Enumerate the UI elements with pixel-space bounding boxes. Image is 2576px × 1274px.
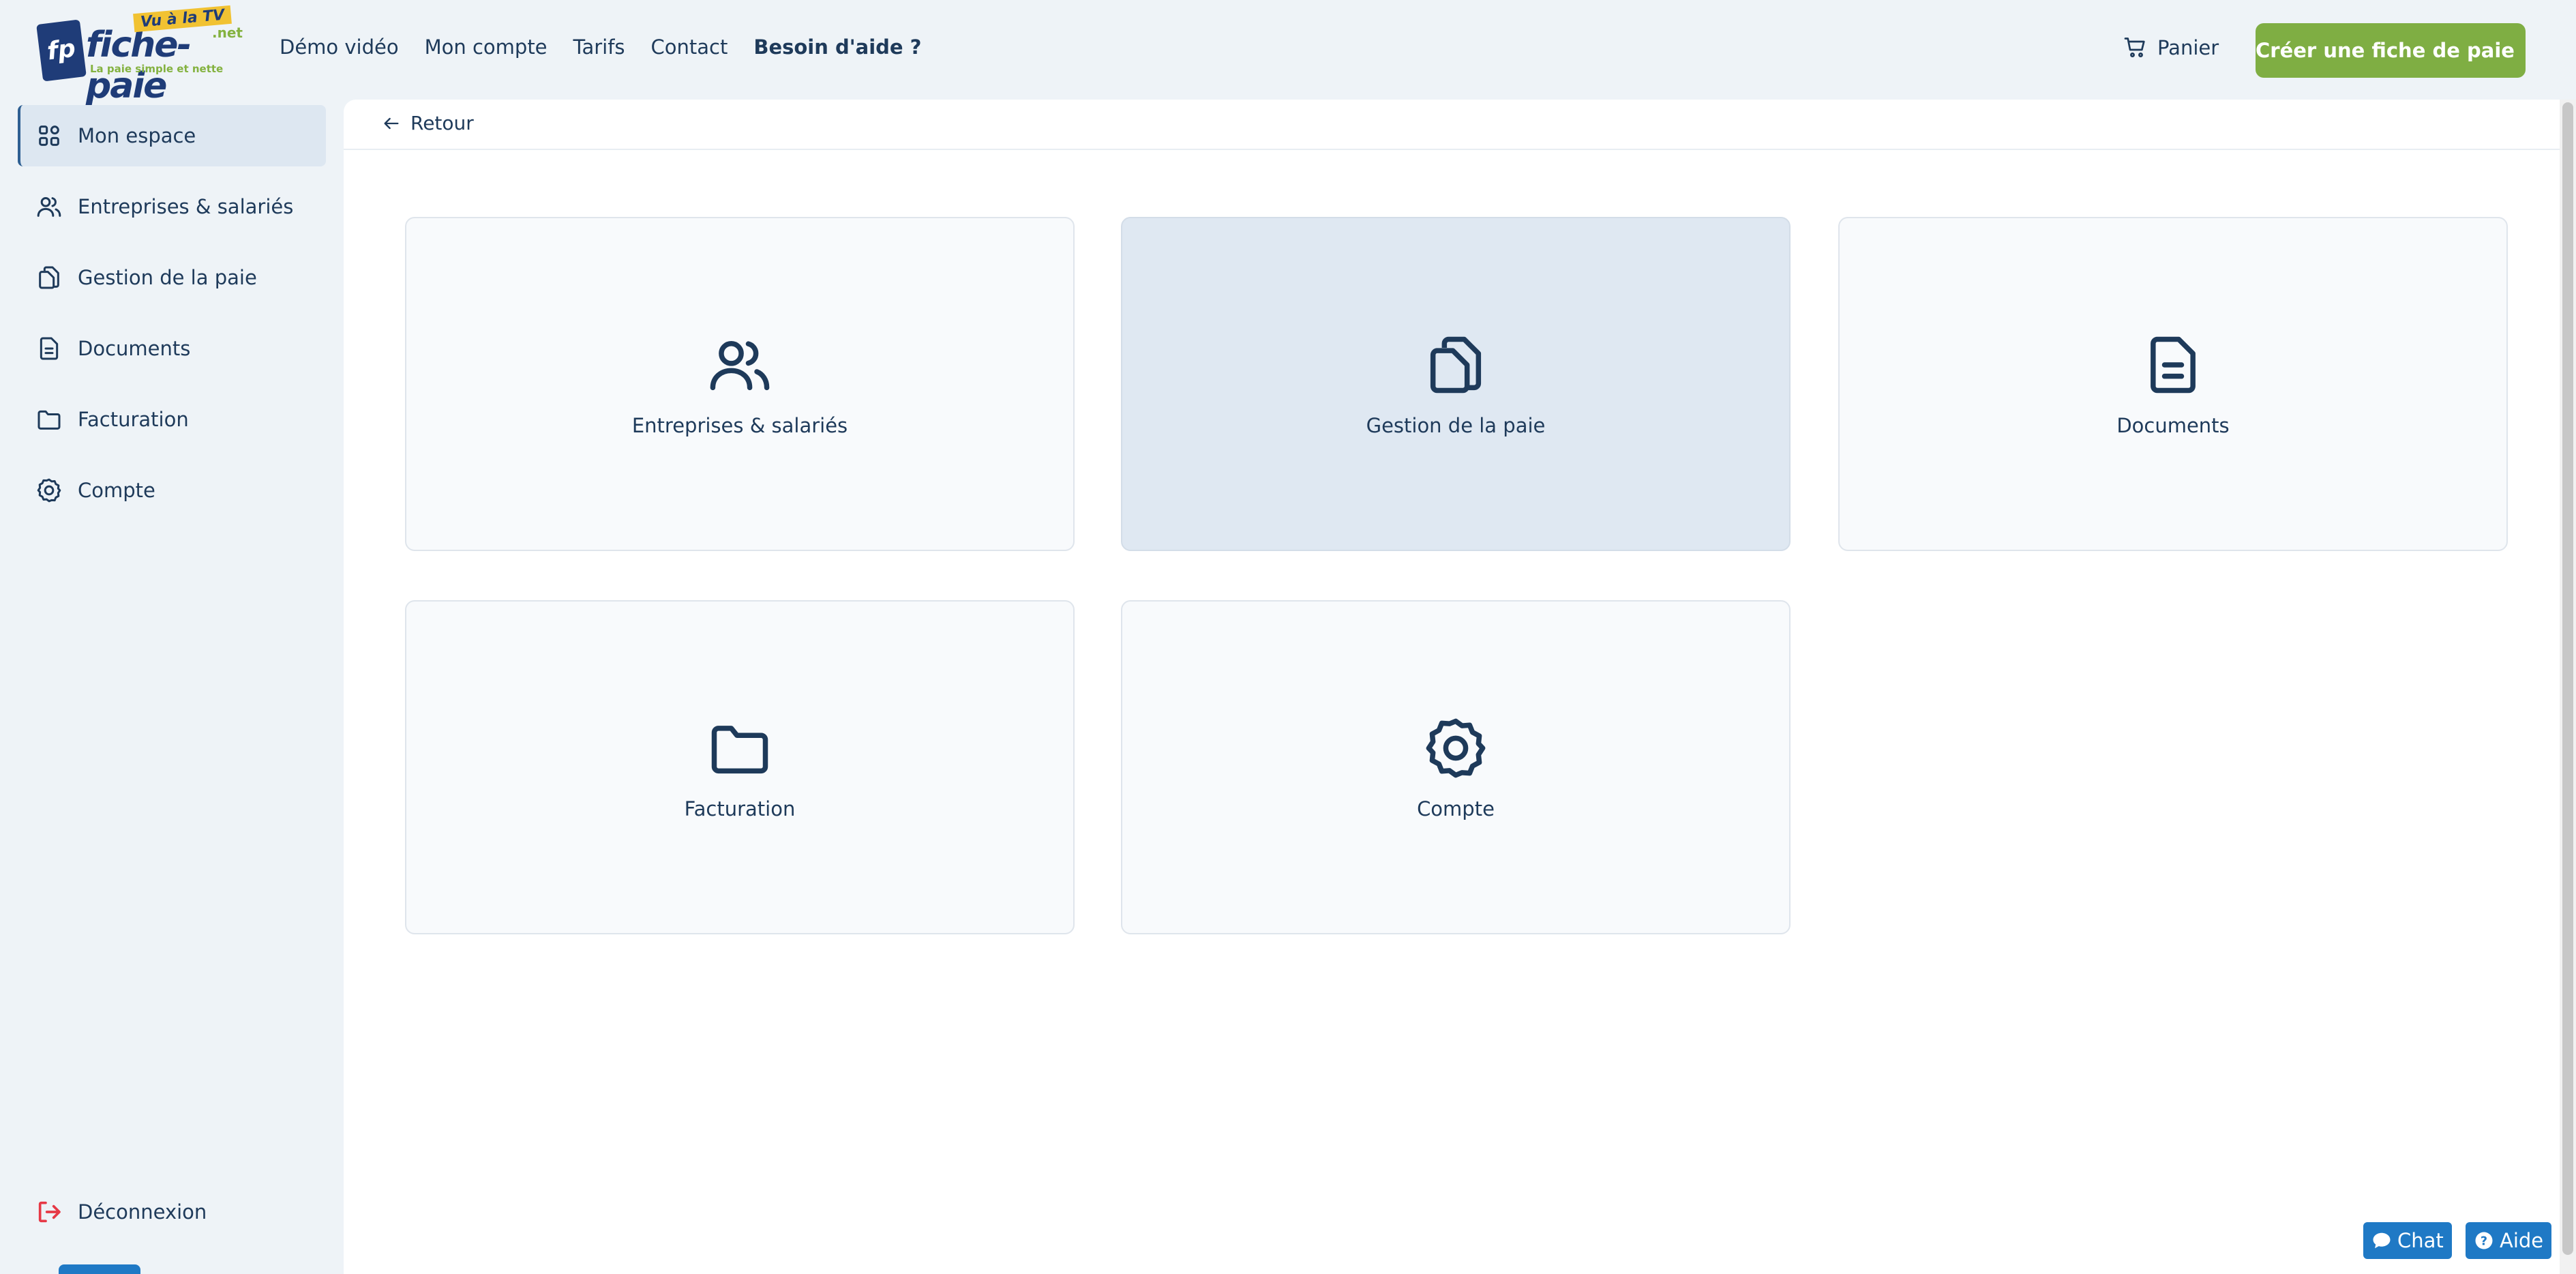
card-label: Compte	[1417, 797, 1495, 820]
help-button[interactable]: ? Aide	[2466, 1222, 2552, 1259]
logo-tld: .net	[212, 25, 243, 41]
top-header: fp fiche-paie .net Vu à la TV La paie si…	[0, 0, 2576, 106]
cart-link[interactable]: Panier	[2123, 35, 2219, 60]
sidebar-item-mon-espace[interactable]: Mon espace	[18, 105, 326, 166]
sidebar-item-entreprises[interactable]: Entreprises & salariés	[18, 176, 326, 237]
folder-icon	[711, 726, 768, 774]
card-label: Documents	[2116, 414, 2230, 437]
sidebar-item-gestion-paie[interactable]: Gestion de la paie	[18, 247, 326, 308]
help-label: Aide	[2500, 1229, 2544, 1252]
sidebar-item-facturation[interactable]: Facturation	[18, 389, 326, 450]
nav-mon-compte[interactable]: Mon compte	[425, 35, 548, 59]
grid-icon	[39, 125, 59, 146]
sidebar-item-label: Gestion de la paie	[78, 266, 257, 289]
logo-tagline: La paie simple et nette	[90, 63, 224, 75]
folder-icon	[38, 410, 61, 430]
back-label: Retour	[410, 112, 474, 134]
sidebar: Mon espace Entreprises & salariés Gestio…	[0, 100, 344, 1274]
card-facturation[interactable]: Facturation	[405, 600, 1075, 934]
brand-logo[interactable]: fp fiche-paie .net Vu à la TV La paie si…	[36, 5, 243, 106]
logout-icon	[38, 1201, 61, 1223]
logout-label: Déconnexion	[78, 1200, 207, 1224]
card-label: Gestion de la paie	[1366, 414, 1546, 437]
chat-label: Chat	[2397, 1229, 2444, 1252]
sidebar-item-label: Compte	[78, 479, 155, 502]
page-scrollbar[interactable]	[2560, 100, 2576, 1274]
card-gestion-paie[interactable]: Gestion de la paie	[1121, 217, 1791, 551]
bottom-tab[interactable]	[59, 1264, 140, 1274]
cart-label: Panier	[2157, 36, 2219, 59]
logo-mark: fp	[36, 19, 87, 82]
cart-icon	[2124, 38, 2145, 57]
nav-demo-video[interactable]: Démo vidéo	[280, 35, 399, 59]
card-label: Entreprises & salariés	[631, 414, 848, 437]
sidebar-item-documents[interactable]: Documents	[18, 318, 326, 379]
gear-icon	[1426, 718, 1486, 778]
back-link[interactable]: Retour	[382, 112, 474, 134]
documents-icon	[1430, 336, 1482, 394]
chat-icon	[2373, 1232, 2391, 1249]
top-nav: Démo vidéo Mon compte Tarifs Contact Bes…	[280, 35, 921, 59]
create-payslip-button[interactable]: Créer une fiche de paie	[2256, 23, 2526, 78]
card-documents[interactable]: Documents	[1838, 217, 2508, 551]
document-icon	[2151, 336, 2196, 394]
nav-help[interactable]: Besoin d'aide ?	[753, 35, 921, 59]
users-icon	[710, 341, 770, 391]
nav-contact[interactable]: Contact	[651, 35, 728, 59]
sidebar-item-compte[interactable]: Compte	[18, 460, 326, 521]
card-compte[interactable]: Compte	[1121, 600, 1791, 934]
logout-button[interactable]: Déconnexion	[18, 1181, 326, 1243]
sidebar-item-label: Facturation	[78, 408, 189, 431]
main-toolbar: Retour	[344, 100, 2560, 150]
sidebar-item-label: Documents	[78, 337, 191, 360]
sidebar-item-label: Entreprises & salariés	[78, 195, 294, 218]
card-label: Facturation	[684, 797, 796, 820]
arrow-left-icon	[384, 117, 399, 129]
users-icon	[37, 197, 61, 217]
cta-label: Créer une fiche de paie	[2256, 39, 2515, 62]
sidebar-item-label: Mon espace	[78, 124, 196, 147]
nav-tarifs[interactable]: Tarifs	[573, 35, 625, 59]
svg-text:?: ?	[2481, 1234, 2487, 1248]
gear-icon	[37, 478, 61, 503]
card-entreprises[interactable]: Entreprises & salariés	[405, 217, 1075, 551]
main-panel: Retour Entreprises & salariés Gestion de…	[344, 100, 2560, 1274]
help-icon: ?	[2475, 1232, 2493, 1249]
chat-button[interactable]: Chat	[2363, 1222, 2452, 1259]
document-icon	[40, 337, 59, 360]
scrollbar-thumb[interactable]	[2562, 102, 2573, 1255]
documents-icon	[39, 266, 59, 289]
